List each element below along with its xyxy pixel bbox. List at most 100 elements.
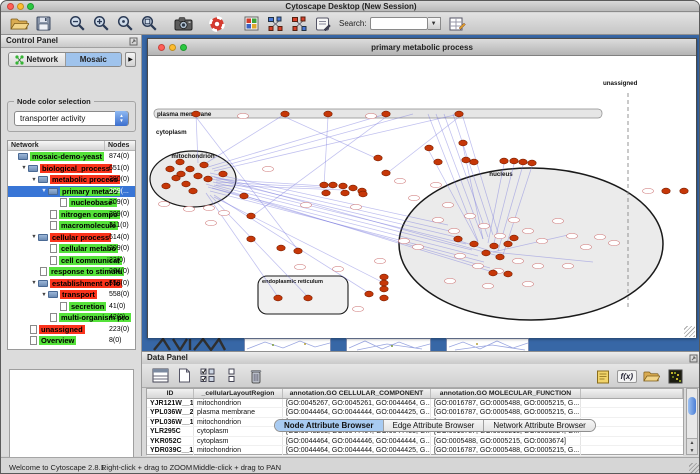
graph-node[interactable] bbox=[490, 243, 498, 249]
graph-node[interactable] bbox=[182, 181, 190, 187]
column-nodes[interactable]: Nodes bbox=[105, 141, 135, 150]
graph-node[interactable] bbox=[434, 159, 442, 165]
tree-expander-icon[interactable]: ▼ bbox=[20, 165, 28, 171]
zoom-selected-icon[interactable] bbox=[113, 14, 137, 34]
graph-node[interactable] bbox=[166, 166, 174, 172]
graph-node[interactable] bbox=[496, 254, 504, 260]
graph-node[interactable] bbox=[240, 193, 248, 199]
graph-node[interactable] bbox=[341, 190, 349, 196]
graph-node[interactable] bbox=[482, 250, 490, 256]
function-builder-icon[interactable]: f(x) bbox=[617, 370, 637, 383]
graph-node[interactable] bbox=[455, 111, 463, 117]
new-attribute-icon[interactable] bbox=[172, 366, 196, 386]
vizmapper-icon[interactable] bbox=[239, 14, 263, 34]
graph-node[interactable] bbox=[470, 159, 478, 165]
column-header[interactable]: _cellularLayoutRegion bbox=[194, 389, 283, 398]
snapshot-icon[interactable] bbox=[171, 14, 195, 34]
float-panel-icon[interactable] bbox=[689, 354, 698, 363]
graph-node[interactable] bbox=[365, 291, 373, 297]
graph-node[interactable] bbox=[247, 236, 255, 242]
tree-expander-icon[interactable]: ▼ bbox=[40, 292, 48, 298]
graph-node[interactable] bbox=[380, 274, 388, 280]
tree-row[interactable]: multi-organism pro42(0) bbox=[8, 312, 135, 324]
graph-node[interactable] bbox=[192, 111, 200, 117]
column-header[interactable]: annotation.GO MOLECULAR_FUNCTION bbox=[431, 389, 581, 398]
network-view-window[interactable]: primary metabolic process plasma membran… bbox=[147, 38, 697, 338]
graph-node[interactable] bbox=[489, 270, 497, 276]
graph-node[interactable] bbox=[186, 166, 194, 172]
delete-attribute-icon[interactable] bbox=[244, 366, 268, 386]
open-session-icon[interactable] bbox=[7, 14, 31, 34]
tree-row[interactable]: ▼biological_process651(0) bbox=[8, 163, 135, 175]
graph-node[interactable] bbox=[500, 158, 508, 164]
network-window-titlebar[interactable]: primary metabolic process bbox=[148, 39, 696, 56]
annotation-form-icon[interactable] bbox=[311, 14, 335, 34]
graph-node[interactable] bbox=[324, 111, 332, 117]
graph-node[interactable] bbox=[162, 183, 170, 189]
tree-row[interactable]: unassigned223(0) bbox=[8, 324, 135, 336]
app-resize-grip[interactable] bbox=[689, 463, 699, 473]
notes-icon[interactable] bbox=[591, 366, 615, 386]
table-scrollbar[interactable]: ▲▼ bbox=[686, 388, 698, 455]
node-color-dropdown[interactable]: transporter activity ▲▼ bbox=[14, 111, 129, 126]
matrix-icon[interactable] bbox=[663, 366, 687, 386]
graph-node[interactable] bbox=[470, 241, 478, 247]
tree-row[interactable]: nucleobase-209(0) bbox=[8, 197, 135, 209]
tree-expander-icon[interactable]: ▼ bbox=[40, 188, 48, 194]
attribute-grid-icon[interactable] bbox=[148, 366, 172, 386]
tree-row[interactable]: response to stimulu264(0) bbox=[8, 266, 135, 278]
graph-node[interactable] bbox=[462, 157, 470, 163]
tree-expander-icon[interactable]: ▼ bbox=[30, 177, 38, 183]
tree-row[interactable]: Overview8(0) bbox=[8, 335, 135, 347]
graph-node[interactable] bbox=[322, 190, 330, 196]
graph-node[interactable] bbox=[382, 170, 390, 176]
tree-row[interactable]: ▼transport558(0) bbox=[8, 289, 135, 301]
graph-node[interactable] bbox=[519, 159, 527, 165]
tree-expander-icon[interactable]: ▼ bbox=[30, 234, 38, 240]
graph-node[interactable] bbox=[504, 271, 512, 277]
graph-node[interactable] bbox=[359, 191, 367, 197]
float-panel-icon[interactable] bbox=[129, 37, 138, 46]
table-row[interactable]: YKR052Ccytoplasm[GO:0044464, GO:0044446,… bbox=[147, 437, 683, 447]
tab-node-attribute-browser[interactable]: Node Attribute Browser bbox=[275, 420, 384, 431]
graph-node[interactable] bbox=[425, 145, 433, 151]
save-session-icon[interactable] bbox=[31, 14, 55, 34]
graph-node[interactable] bbox=[294, 248, 302, 254]
graph-node[interactable] bbox=[219, 171, 227, 177]
graph-node[interactable] bbox=[194, 173, 202, 179]
import-attributes-icon[interactable] bbox=[639, 366, 663, 386]
tree-row[interactable]: nitrogen compo209(0) bbox=[8, 209, 135, 221]
tree-expander-icon[interactable]: ▼ bbox=[30, 280, 38, 286]
select-attributes-icon[interactable] bbox=[196, 366, 220, 386]
search-dropdown-icon[interactable]: ▼ bbox=[428, 17, 441, 30]
tab-edge-attribute-browser[interactable]: Edge Attribute Browser bbox=[384, 420, 485, 431]
graph-node[interactable] bbox=[454, 236, 462, 242]
tree-row[interactable]: ▼establishment of lo558(0) bbox=[8, 278, 135, 290]
graph-node[interactable] bbox=[349, 185, 357, 191]
table-row[interactable]: YPL036W__2plasma membrane[GO:0044464, GO… bbox=[147, 408, 683, 418]
tree-row[interactable]: cell communicat22(0) bbox=[8, 255, 135, 267]
graph-node[interactable] bbox=[382, 111, 390, 117]
table-row[interactable]: YJR121W__1mitochondrion[GO:0045267, GO:0… bbox=[147, 399, 683, 409]
graph-node[interactable] bbox=[528, 160, 536, 166]
graph-node[interactable] bbox=[320, 182, 328, 188]
network-canvas[interactable]: plasma membranecytoplasmmitochondrionnuc… bbox=[148, 57, 696, 338]
help-icon[interactable] bbox=[205, 14, 229, 34]
zoom-fit-icon[interactable] bbox=[137, 14, 161, 34]
graph-node[interactable] bbox=[510, 235, 518, 241]
tab-overflow-button[interactable]: ▶ bbox=[125, 52, 136, 67]
graph-node[interactable] bbox=[380, 280, 388, 286]
tree-row[interactable]: ▼cellular process614(0) bbox=[8, 232, 135, 244]
graph-node[interactable] bbox=[329, 182, 337, 188]
graph-node[interactable] bbox=[380, 286, 388, 292]
table-row[interactable]: YDR039C__1mitochondrion[GO:0044464, GO:0… bbox=[147, 446, 683, 456]
graph-node[interactable] bbox=[680, 188, 688, 194]
graph-node[interactable] bbox=[189, 188, 197, 194]
column-network[interactable]: Network bbox=[8, 141, 105, 150]
graph-node[interactable] bbox=[204, 176, 212, 182]
scrollbar-thumb[interactable] bbox=[688, 397, 696, 415]
graph-node[interactable] bbox=[304, 295, 312, 301]
network-filter-red-icon[interactable] bbox=[287, 14, 311, 34]
graph-node[interactable] bbox=[339, 183, 347, 189]
network-filter-blue-icon[interactable] bbox=[263, 14, 287, 34]
